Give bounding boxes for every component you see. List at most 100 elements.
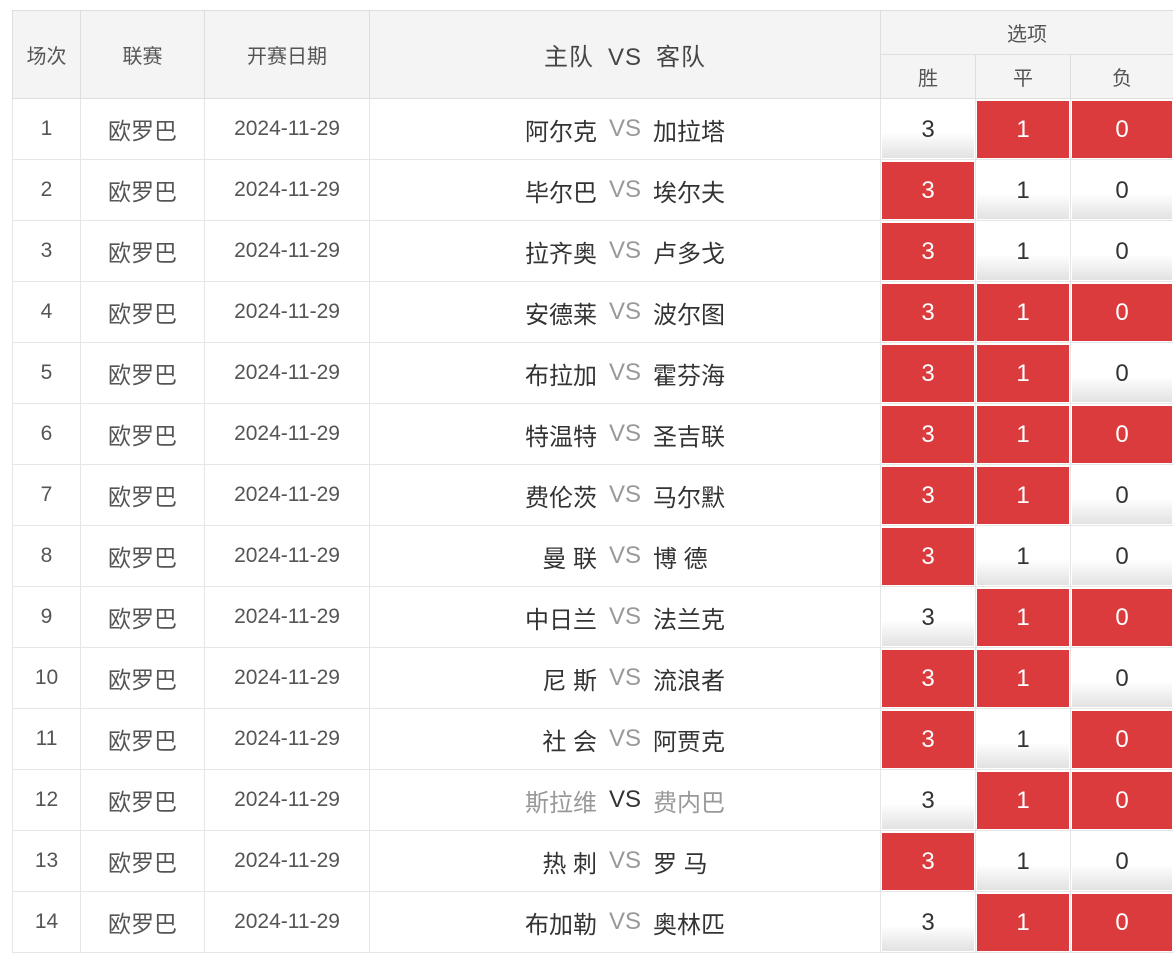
- option-cell-win: 3: [880, 525, 976, 587]
- option-cell-draw: 1: [975, 769, 1071, 831]
- option-draw-button[interactable]: 1: [977, 710, 1069, 768]
- start-date: 2024-11-29: [204, 403, 370, 465]
- option-cell-draw: 1: [975, 403, 1071, 465]
- option-loss-button[interactable]: 0: [1072, 832, 1173, 890]
- option-win-button[interactable]: 3: [882, 100, 974, 158]
- option-win-button[interactable]: 3: [882, 832, 974, 890]
- option-draw-button[interactable]: 1: [977, 771, 1069, 829]
- option-loss-button[interactable]: 0: [1072, 100, 1173, 158]
- away-team: 马尔默: [653, 484, 725, 512]
- start-date: 2024-11-29: [204, 281, 370, 343]
- match-number: 13: [12, 830, 81, 892]
- match-number: 1: [12, 98, 81, 160]
- home-team: 拉齐奥: [525, 240, 597, 268]
- option-win-button[interactable]: 3: [882, 649, 974, 707]
- header-match-number: 场次: [12, 10, 81, 99]
- league-name: 欧罗巴: [80, 891, 205, 953]
- match-number: 11: [12, 708, 81, 770]
- option-win-button[interactable]: 3: [882, 771, 974, 829]
- match-teams: 社 会 VS 阿贾克: [369, 708, 881, 770]
- option-win-button[interactable]: 3: [882, 405, 974, 463]
- option-win-button[interactable]: 3: [882, 466, 974, 524]
- vs-label: VS: [608, 359, 641, 386]
- league-name: 欧罗巴: [80, 647, 205, 709]
- option-cell-win: 3: [880, 403, 976, 465]
- away-team: 加拉塔: [653, 118, 725, 146]
- table-row: 3 欧罗巴 2024-11-29 拉齐奥 VS 卢多戈 3 1 0: [12, 220, 1173, 282]
- option-loss-button[interactable]: 0: [1072, 710, 1173, 768]
- header-home: 主队: [543, 44, 594, 71]
- table-row: 4 欧罗巴 2024-11-29 安德莱 VS 波尔图 3 1 0: [12, 281, 1173, 343]
- option-loss-button[interactable]: 0: [1072, 466, 1173, 524]
- option-draw-button[interactable]: 1: [977, 466, 1069, 524]
- match-teams: 安德莱 VS 波尔图: [369, 281, 881, 343]
- match-number: 5: [12, 342, 81, 404]
- option-draw-button[interactable]: 1: [977, 527, 1069, 585]
- option-draw-button[interactable]: 1: [977, 161, 1069, 219]
- vs-label: VS: [608, 603, 641, 630]
- header-vs: VS: [607, 44, 642, 71]
- option-win-button[interactable]: 3: [882, 222, 974, 280]
- option-draw-button[interactable]: 1: [977, 100, 1069, 158]
- option-loss-button[interactable]: 0: [1072, 588, 1173, 646]
- away-team: 法兰克: [653, 606, 725, 634]
- option-loss-button[interactable]: 0: [1072, 283, 1173, 341]
- home-team: 热 刺: [542, 850, 597, 878]
- home-team: 特温特: [525, 423, 597, 451]
- table-row: 1 欧罗巴 2024-11-29 阿尔克 VS 加拉塔 3 1 0: [12, 98, 1173, 160]
- option-loss-button[interactable]: 0: [1072, 771, 1173, 829]
- option-draw-button[interactable]: 1: [977, 344, 1069, 402]
- header-option-win: 胜: [880, 54, 976, 99]
- option-loss-button[interactable]: 0: [1072, 222, 1173, 280]
- option-cell-loss: 0: [1069, 342, 1173, 404]
- option-loss-button[interactable]: 0: [1072, 405, 1173, 463]
- match-teams: 布拉加 VS 霍芬海: [369, 342, 881, 404]
- option-win-button[interactable]: 3: [882, 588, 974, 646]
- vs-label: VS: [608, 664, 641, 691]
- option-draw-button[interactable]: 1: [977, 649, 1069, 707]
- option-draw-button[interactable]: 1: [977, 588, 1069, 646]
- home-team: 斯拉维: [525, 789, 597, 817]
- option-loss-button[interactable]: 0: [1072, 527, 1173, 585]
- option-win-button[interactable]: 3: [882, 893, 974, 951]
- option-cell-win: 3: [880, 830, 976, 892]
- option-loss-button[interactable]: 0: [1072, 649, 1173, 707]
- vs-label: VS: [608, 298, 641, 325]
- league-name: 欧罗巴: [80, 159, 205, 221]
- option-win-button[interactable]: 3: [882, 344, 974, 402]
- match-number: 10: [12, 647, 81, 709]
- match-teams: 曼 联 VS 博 德: [369, 525, 881, 587]
- option-cell-loss: 0: [1069, 464, 1173, 526]
- option-win-button[interactable]: 3: [882, 161, 974, 219]
- start-date: 2024-11-29: [204, 586, 370, 648]
- option-cell-win: 3: [880, 769, 976, 831]
- league-name: 欧罗巴: [80, 525, 205, 587]
- option-draw-button[interactable]: 1: [977, 283, 1069, 341]
- table-row: 7 欧罗巴 2024-11-29 费伦茨 VS 马尔默 3 1 0: [12, 464, 1173, 526]
- start-date: 2024-11-29: [204, 159, 370, 221]
- option-win-button[interactable]: 3: [882, 527, 974, 585]
- vs-label: VS: [608, 847, 641, 874]
- match-rows: 1 欧罗巴 2024-11-29 阿尔克 VS 加拉塔 3 1 0 2 欧罗巴 2024-11-29 毕…: [12, 98, 1173, 953]
- home-team: 毕尔巴: [525, 179, 597, 207]
- table-row: 13 欧罗巴 2024-11-29 热 刺 VS 罗 马 310: [12, 830, 1173, 892]
- option-win-button[interactable]: 3: [882, 710, 974, 768]
- vs-label: VS: [608, 725, 641, 752]
- option-loss-button[interactable]: 0: [1072, 344, 1173, 402]
- header-option-loss: 负: [1069, 54, 1173, 99]
- option-draw-button[interactable]: 1: [977, 832, 1069, 890]
- option-loss-button[interactable]: 0: [1072, 161, 1173, 219]
- option-draw-button[interactable]: 1: [977, 222, 1069, 280]
- option-loss-button[interactable]: 0: [1072, 893, 1173, 951]
- option-draw-button[interactable]: 1: [977, 405, 1069, 463]
- start-date: 2024-11-29: [204, 708, 370, 770]
- header-league: 联赛: [80, 10, 205, 99]
- start-date: 2024-11-29: [204, 464, 370, 526]
- option-draw-button[interactable]: 1: [977, 893, 1069, 951]
- away-team: 卢多戈: [653, 240, 725, 268]
- vs-label: VS: [608, 481, 641, 508]
- option-cell-draw: 1: [975, 525, 1071, 587]
- league-name: 欧罗巴: [80, 403, 205, 465]
- option-cell-win: 3: [880, 586, 976, 648]
- option-win-button[interactable]: 3: [882, 283, 974, 341]
